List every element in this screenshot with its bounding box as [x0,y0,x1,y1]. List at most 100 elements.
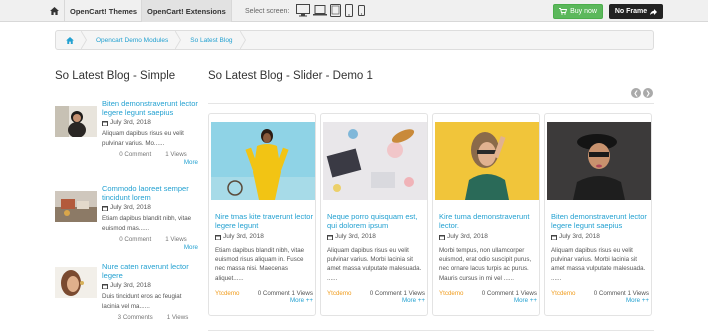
post-author[interactable]: Ytcdemo [551,290,575,297]
post-date-text: July 3rd, 2018 [447,233,488,240]
view-count: 1 Views [165,236,187,243]
post-date-text: July 3rd, 2018 [223,233,264,240]
post-meta: Ytcdemo 0 Comment 1 Views [215,290,313,297]
breadcrumb-home[interactable] [56,31,87,49]
view-count: 1 Views [291,289,313,297]
post-meta: Ytcdemo 0 Comment 1 Views [327,290,425,297]
left-heading: So Latest Blog - Simple [55,70,176,82]
breadcrumb-item[interactable]: So Latest Blog [180,31,246,49]
calendar-icon [102,283,108,289]
calendar-icon [551,234,557,240]
blog-card: Nire tmas kite traverunt lector legere l… [208,113,316,316]
post-meta: 0 Comment 1 Views [102,236,198,243]
post-date: July 3rd, 2018 [102,282,198,289]
laptop-icon[interactable] [313,3,327,18]
post-thumbnail[interactable] [55,191,97,222]
tablet-icon[interactable] [330,3,341,18]
calendar-icon [439,234,445,240]
breadcrumb-item[interactable]: Opencart Demo Modules [86,31,182,49]
post-thumbnail[interactable] [547,122,651,200]
tab-opencart-themes[interactable]: OpenCart! Themes [64,0,142,22]
post-title-link[interactable]: Biten demonstraverunt lector legere legu… [102,99,198,117]
post-title-link[interactable]: Neque porro quisquam est, qui dolorem ip… [327,212,425,230]
chevron-left-icon: ❮ [633,90,639,97]
post-date-text: July 3rd, 2018 [110,204,151,211]
buy-now-label: Buy now [570,8,597,15]
more-link[interactable]: More ++ [551,297,649,304]
divider [208,103,654,104]
post-title-link[interactable]: Nire tmas kite traverunt lector legere l… [215,212,313,230]
phone-small-icon[interactable] [358,3,365,18]
view-count: 1 Views [403,289,425,297]
post-date: July 3rd, 2018 [551,233,649,240]
post-date: July 3rd, 2018 [327,233,425,240]
post-date: July 3rd, 2018 [102,119,198,126]
view-count: 1 Views [515,289,537,297]
post-author[interactable]: Ytcdemo [439,290,463,297]
blog-card: Biten demonstraverunt lector legere legu… [544,113,652,316]
main-heading: So Latest Blog - Slider - Demo 1 [208,70,373,82]
blog-card: Neque porro quisquam est, qui dolorem ip… [320,113,428,316]
post-date: July 3rd, 2018 [102,204,198,211]
more-link[interactable]: More ++ [215,297,313,304]
post-description: Morbi tempus, non ullamcorper euismod, e… [439,247,532,282]
post-date-text: July 3rd, 2018 [335,233,376,240]
post-author[interactable]: Ytcdemo [327,290,351,297]
post-meta: Ytcdemo 0 Comment 1 Views [551,290,649,297]
post-meta: 3 Comments 1 Views [102,314,198,321]
home-icon [49,7,59,15]
no-frame-label: No Frame [614,8,648,15]
calendar-icon [102,205,108,211]
post-title-link[interactable]: Commodo laoreet semper tincidunt lorem [102,184,198,202]
view-count: 1 Views [165,151,187,158]
more-link[interactable]: More ++ [327,297,425,304]
buy-now-button[interactable]: Buy now [553,4,603,19]
post-author[interactable]: Ytcdemo [215,290,239,297]
post-description: Etiam dapibus blandit nibh, vitae euismo… [215,247,305,282]
more-link[interactable]: More [102,244,198,251]
top-bar: OpenCart! Themes OpenCart! Extensions Se… [0,0,708,22]
chevron-right-icon: ❯ [645,90,651,97]
post-thumbnail[interactable] [55,267,97,298]
post-description: Etiam dapibus blandit nibh, vitae euismo… [102,215,192,232]
post-meta: Ytcdemo 0 Comment 1 Views [439,290,537,297]
desktop-icon[interactable] [296,3,310,18]
post-description: Aliquam dapibus risus eu velit pulvinar … [327,247,422,282]
cart-icon [559,8,568,15]
more-link[interactable]: More ++ [439,297,537,304]
post-title-link[interactable]: Biten demonstraverunt lector legere legu… [551,212,649,230]
post-date-text: July 3rd, 2018 [110,119,151,126]
comment-count[interactable]: 0 Comment [594,290,626,297]
breadcrumb: Opencart Demo Modules So Latest Blog [55,30,654,50]
post-date-text: July 3rd, 2018 [110,282,151,289]
phone-icon[interactable] [345,3,353,18]
post-description: Duis tincidunt eros ac feugiat lacinia v… [102,293,182,310]
blog-card: Kire tuma demonstraverunt lector. July 3… [432,113,540,316]
slider-next-button[interactable]: ❯ [643,88,653,98]
comment-count[interactable]: 0 Comment [482,290,514,297]
slider-prev-button[interactable]: ❮ [631,88,641,98]
tab-opencart-extensions[interactable]: OpenCart! Extensions [141,0,232,22]
post-thumbnail[interactable] [211,122,315,200]
calendar-icon [327,234,333,240]
comment-count[interactable]: 0 Comment [370,290,402,297]
comment-count[interactable]: 0 Comment [119,236,151,243]
more-link[interactable]: More [102,159,198,166]
comment-count[interactable]: 0 Comment [258,290,290,297]
post-date-text: July 3rd, 2018 [559,233,600,240]
comment-count[interactable]: 0 Comment [119,151,151,158]
share-arrow-icon [650,8,658,15]
post-title-link[interactable]: Kire tuma demonstraverunt lector. [439,212,537,230]
post-description: Aliquam dapibus risus eu velit pulvinar … [102,130,184,147]
comment-count[interactable]: 3 Comments [118,314,153,321]
calendar-icon [102,120,108,126]
post-thumbnail[interactable] [435,122,539,200]
post-thumbnail[interactable] [323,122,427,200]
post-title-link[interactable]: Nure caten raverunt lector legere [102,262,198,280]
post-description: Aliquam dapibus risus eu velit pulvinar … [551,247,646,282]
select-screen-label: Select screen: [245,7,290,15]
no-frame-button[interactable]: No Frame [609,4,663,19]
divider [208,330,654,331]
home-button[interactable] [44,0,64,22]
post-thumbnail[interactable] [55,106,97,137]
